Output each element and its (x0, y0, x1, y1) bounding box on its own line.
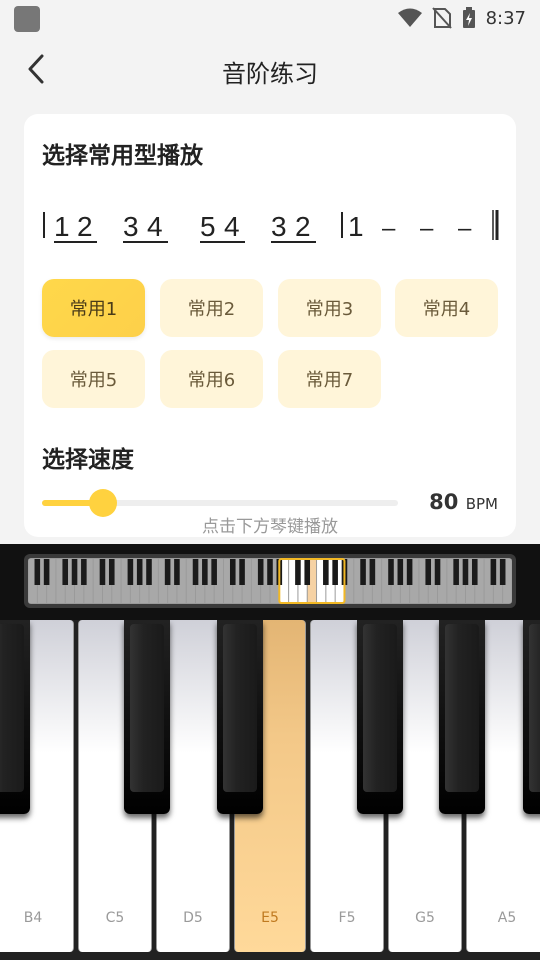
mini-black-key (369, 559, 376, 585)
mini-black-key (99, 559, 106, 585)
mini-black-key (434, 559, 441, 585)
score-note: 2 (77, 211, 93, 242)
mini-black-key (499, 559, 506, 585)
mini-black-key (388, 559, 394, 585)
nav-bar: 音阶练习 (0, 40, 540, 100)
mini-black-key (62, 559, 69, 585)
piano-black-key[interactable] (523, 620, 540, 814)
status-icons: 8:37 (397, 5, 526, 31)
status-time: 8:37 (485, 7, 526, 29)
mini-black-key (202, 559, 208, 585)
mini-keyboard (28, 558, 512, 604)
mini-black-key (229, 559, 236, 585)
score-end-note: 1 (348, 211, 364, 242)
score-dash: – (420, 215, 434, 242)
mini-black-key (81, 559, 87, 585)
play-hint: 点击下方琴键播放 (202, 517, 338, 537)
score-note: 3 (271, 211, 287, 242)
mini-black-key (453, 559, 459, 585)
battery-charging-icon (462, 7, 475, 28)
piano-area: B4 C5 D5 E5 F5 G5 A5 (0, 544, 540, 960)
settings-card: 选择常用型播放 1 2 3 4 5 4 3 2 1 – – – 常用1 常用2 … (24, 114, 516, 537)
mode-button-4[interactable]: 常用4 (395, 279, 498, 337)
mini-black-key (71, 559, 78, 585)
mini-black-key (239, 559, 245, 585)
mode-button-1[interactable]: 常用1 (42, 279, 145, 337)
key-label: C5 (105, 910, 125, 926)
mini-black-key (332, 559, 338, 585)
score-dash: – (458, 215, 472, 242)
score-note: 3 (123, 211, 139, 242)
mini-black-key (108, 559, 115, 585)
mini-black-key (471, 559, 478, 585)
mini-black-key (136, 559, 143, 585)
score-note: 1 (54, 211, 70, 242)
app-notification-icon (14, 6, 40, 32)
score-group-1: 1 2 (54, 211, 97, 243)
score-notation: 1 2 3 4 5 4 3 2 1 – – – (43, 210, 499, 243)
mini-black-key (304, 559, 311, 585)
pattern-section-title: 选择常用型播放 (42, 143, 203, 169)
mini-black-key (267, 559, 273, 585)
bpm-unit: BPM (465, 495, 498, 513)
score-group-2: 3 4 (123, 211, 168, 243)
mini-black-key (211, 559, 217, 585)
piano-black-key[interactable] (0, 620, 30, 814)
speed-section-title: 选择速度 (42, 447, 134, 473)
no-sim-icon (431, 7, 452, 29)
score-note: 5 (200, 211, 216, 242)
score-dash: – (382, 215, 396, 242)
bpm-value: 80 (429, 490, 459, 514)
key-label: E5 (261, 910, 279, 926)
mini-black-key (406, 559, 413, 585)
status-bar: 8:37 (0, 0, 540, 36)
mode-button-5[interactable]: 常用5 (42, 350, 145, 408)
mini-black-key (192, 559, 199, 585)
score-group-3: 5 4 (200, 211, 245, 243)
mini-black-key (34, 559, 41, 585)
bpm-readout: 80 BPM (429, 490, 498, 514)
mode-button-6[interactable]: 常用6 (160, 350, 263, 408)
mini-black-key (127, 559, 134, 585)
mini-black-key (397, 559, 404, 585)
mini-black-key (174, 559, 180, 585)
mini-black-key (360, 559, 366, 585)
mode-button-7[interactable]: 常用7 (278, 350, 381, 408)
mini-black-key (462, 559, 469, 585)
keyboard-navigator[interactable] (24, 554, 516, 608)
key-label: G5 (415, 910, 435, 926)
mini-black-key (257, 559, 264, 585)
mode-button-2[interactable]: 常用2 (160, 279, 263, 337)
mini-black-key (43, 559, 50, 585)
piano-black-key[interactable] (439, 620, 485, 814)
mini-black-key (146, 559, 152, 585)
mini-black-key (323, 559, 329, 585)
key-label: F5 (338, 910, 356, 926)
mini-black-key (425, 559, 432, 585)
score-note: 4 (224, 211, 240, 242)
score-note: 4 (147, 211, 163, 242)
mini-black-key (295, 559, 301, 585)
score-note: 2 (295, 211, 311, 242)
piano-black-key[interactable] (217, 620, 263, 814)
page-title: 音阶练习 (222, 60, 318, 88)
mini-black-key (490, 559, 497, 585)
piano-black-key[interactable] (357, 620, 403, 814)
wifi-icon (397, 8, 422, 27)
key-label: B4 (23, 910, 43, 926)
piano-black-key[interactable] (124, 620, 170, 814)
mini-black-key (164, 559, 171, 585)
mode-button-3[interactable]: 常用3 (278, 279, 381, 337)
piano-keyboard: B4 C5 D5 E5 F5 G5 A5 (0, 620, 540, 960)
key-label: A5 (497, 910, 517, 926)
speed-slider[interactable] (42, 489, 398, 517)
key-label: D5 (183, 910, 203, 926)
score-group-4: 3 2 (271, 211, 316, 243)
